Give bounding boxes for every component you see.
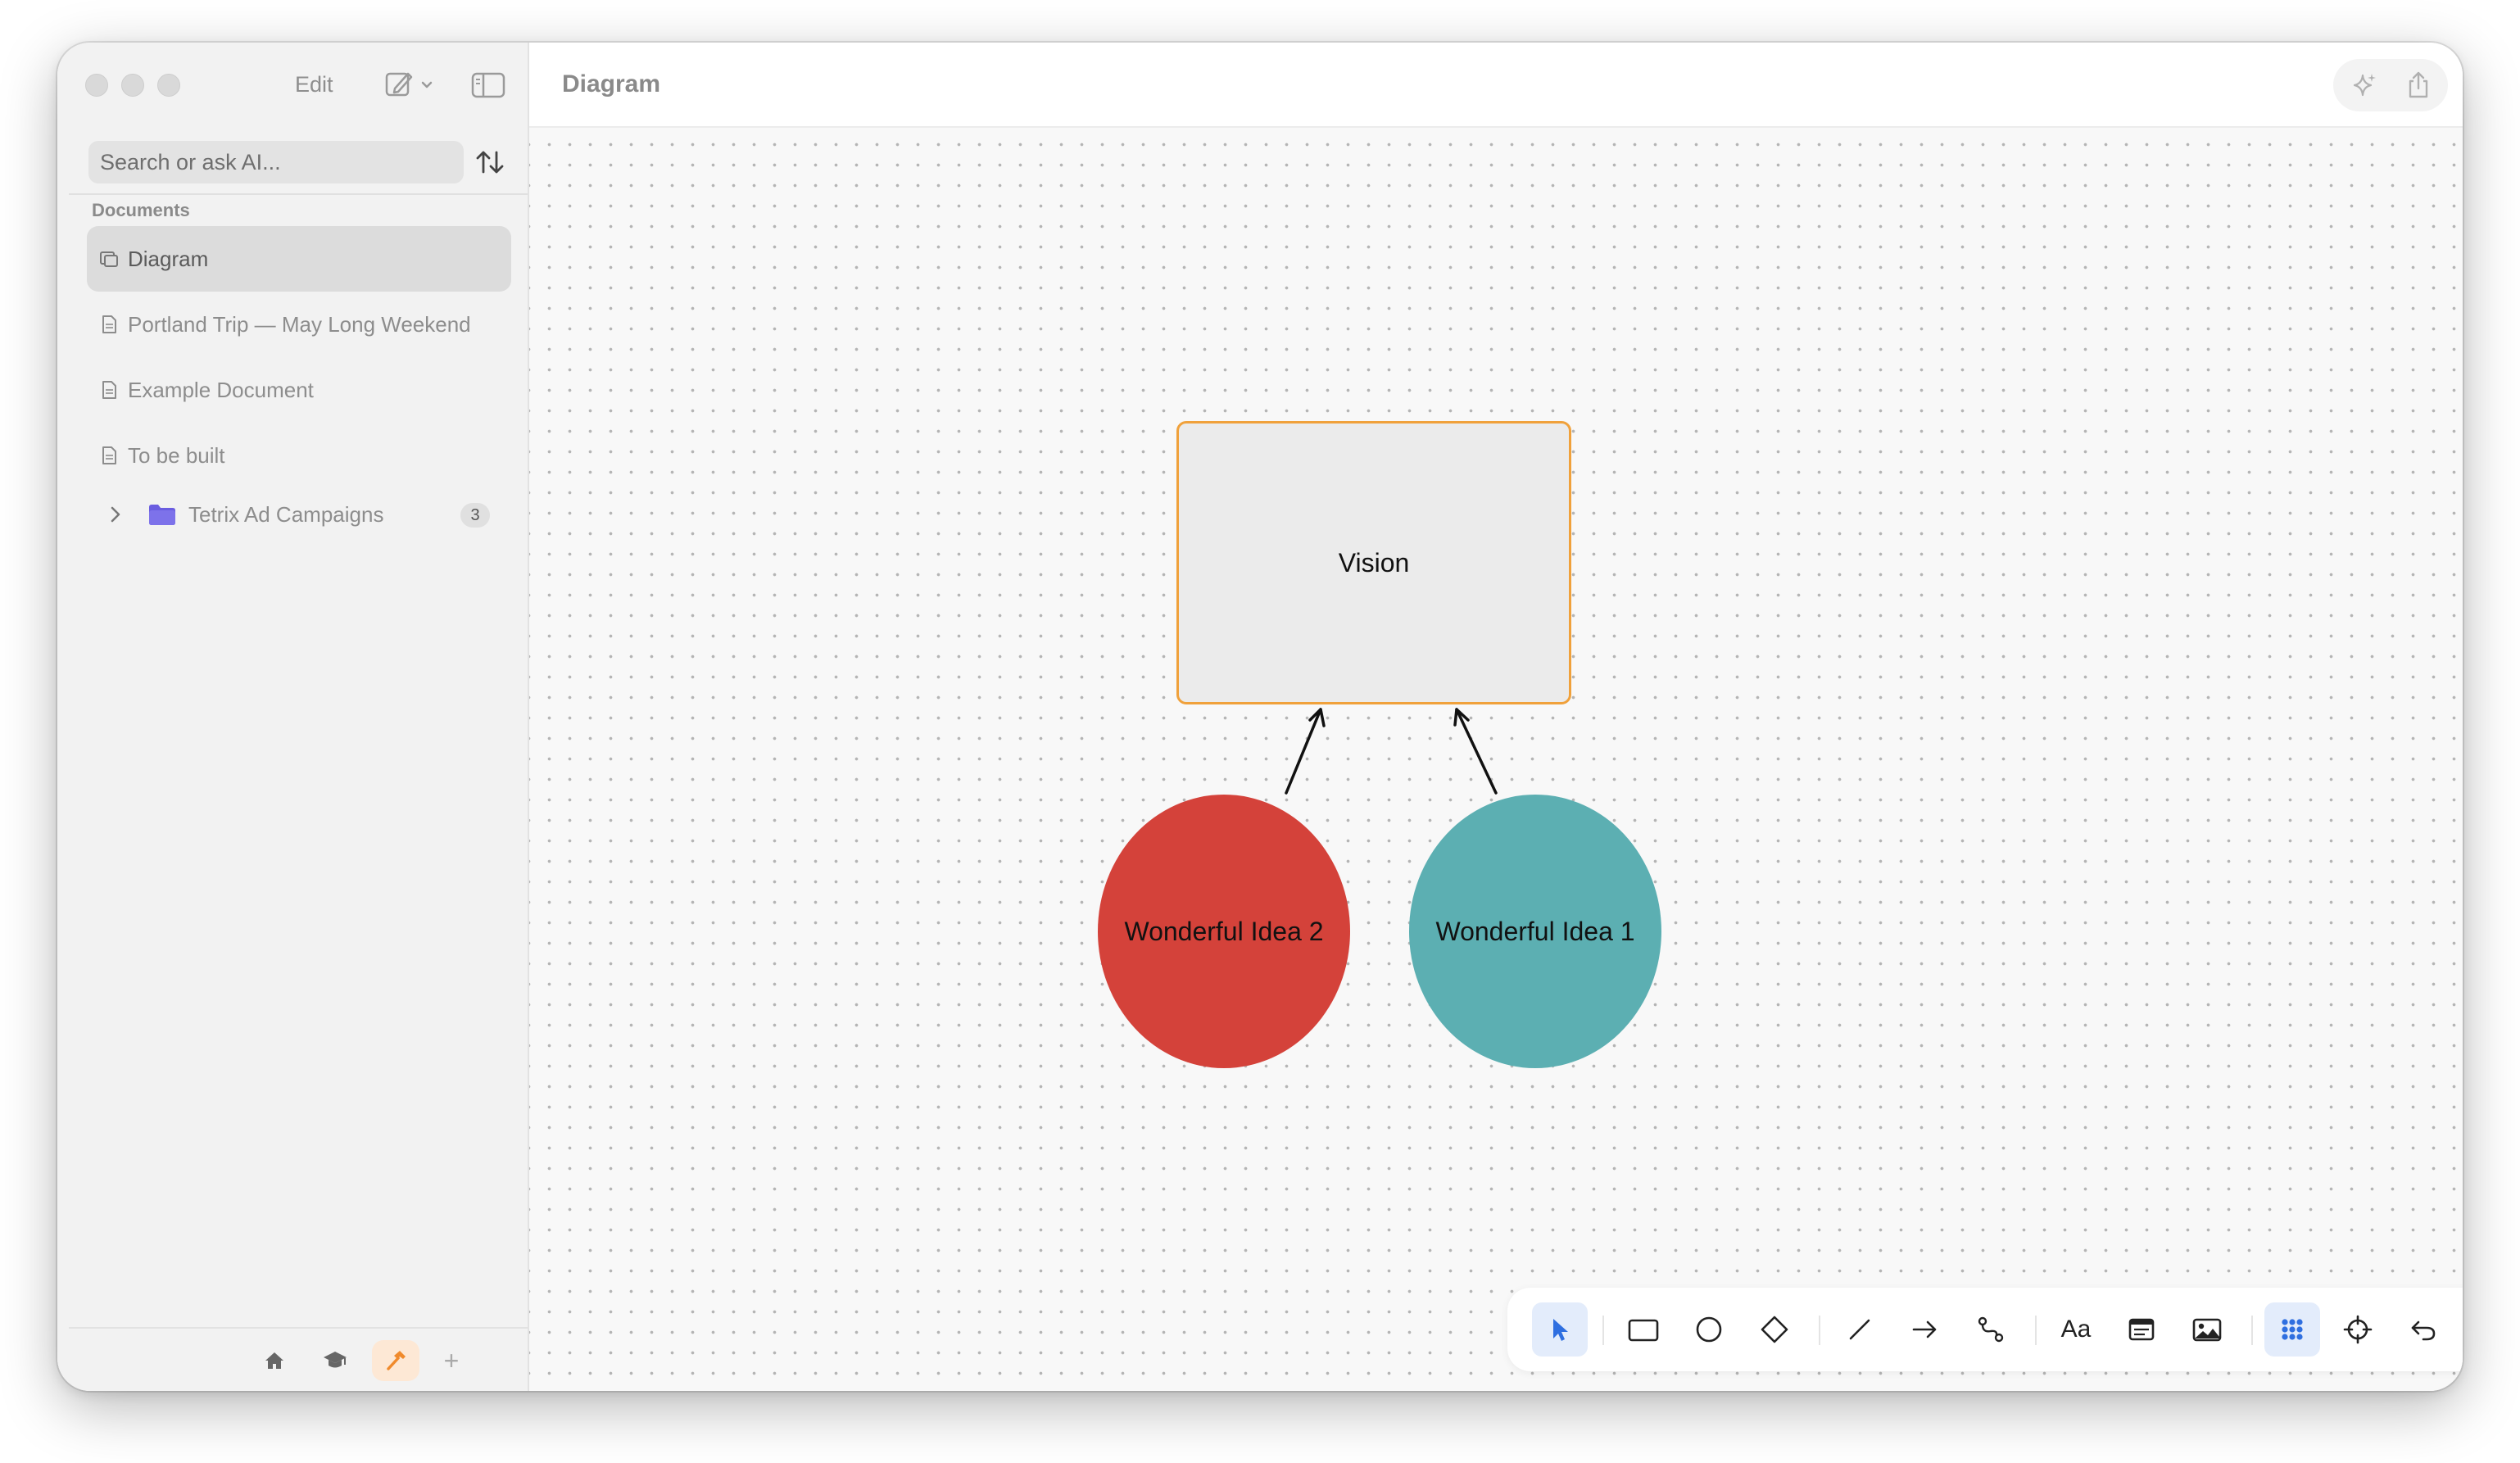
rectangle-icon bbox=[1628, 1319, 1659, 1342]
sidebar-folder-tetrix-ad-campaigns[interactable]: Tetrix Ad Campaigns 3 bbox=[87, 490, 511, 539]
sort-button[interactable] bbox=[472, 144, 508, 180]
documents-section-label: Documents bbox=[92, 200, 190, 220]
diagram-icon bbox=[98, 248, 120, 270]
arrow-right-icon bbox=[1912, 1320, 1937, 1338]
redo-button[interactable] bbox=[2458, 1302, 2463, 1357]
connector-layer bbox=[1285, 708, 1498, 795]
toolbar-separator bbox=[1819, 1316, 1820, 1345]
zoom-window-button[interactable] bbox=[157, 74, 180, 97]
header-bar: Diagram bbox=[529, 43, 2463, 128]
app-window: Edit Documents bbox=[57, 43, 2463, 1391]
sidebar-bottom-divider bbox=[69, 1327, 528, 1329]
sidebar-item-label: To be built bbox=[128, 442, 225, 468]
share-button[interactable] bbox=[2402, 69, 2435, 102]
sidebar-icon bbox=[471, 72, 505, 98]
page-title: Diagram bbox=[562, 70, 661, 97]
ai-button[interactable] bbox=[2348, 69, 2381, 102]
chevron-right-icon[interactable] bbox=[103, 502, 128, 527]
sidebar-item-label: Portland Trip — May Long Weekend bbox=[128, 311, 471, 337]
image-tool[interactable] bbox=[2179, 1302, 2235, 1357]
header-actions bbox=[2333, 59, 2448, 111]
graduation-cap-icon bbox=[324, 1352, 347, 1368]
text-tool[interactable]: Aa bbox=[2048, 1302, 2104, 1357]
folder-label: Tetrix Ad Campaigns bbox=[188, 501, 384, 527]
sidebar-item-to-be-built[interactable]: To be built bbox=[87, 423, 511, 488]
wonderful-idea-1-node[interactable]: Wonderful Idea 1 bbox=[1409, 795, 1661, 1068]
grid-toggle[interactable] bbox=[2264, 1302, 2320, 1357]
toolbar-separator bbox=[2035, 1316, 2037, 1345]
node-label: Vision bbox=[1338, 547, 1410, 578]
folder-count-badge: 3 bbox=[460, 503, 490, 528]
sidebar-item-diagram[interactable]: Diagram bbox=[87, 226, 511, 292]
arrow-tool[interactable] bbox=[1897, 1302, 1953, 1357]
connector-tool[interactable] bbox=[1963, 1302, 2019, 1357]
wonderful-idea-2-node[interactable]: Wonderful Idea 2 bbox=[1098, 795, 1350, 1068]
select-tool[interactable] bbox=[1532, 1302, 1588, 1357]
undo-button[interactable] bbox=[2395, 1302, 2451, 1357]
line-icon bbox=[1849, 1319, 1870, 1340]
edge-idea2-to-vision bbox=[1285, 708, 1326, 795]
line-tool[interactable] bbox=[1832, 1302, 1888, 1357]
vision-node[interactable]: Vision bbox=[1176, 421, 1571, 704]
new-document-button[interactable] bbox=[383, 69, 439, 102]
edge-idea1-to-vision bbox=[1453, 708, 1498, 795]
ellipse-tool[interactable] bbox=[1681, 1302, 1737, 1357]
home-icon bbox=[265, 1352, 283, 1369]
toolbar-separator bbox=[1602, 1316, 1604, 1345]
build-tab[interactable] bbox=[372, 1340, 419, 1381]
node-label: Wonderful Idea 2 bbox=[1124, 916, 1324, 946]
text-icon: Aa bbox=[2060, 1316, 2092, 1343]
sidebar-divider bbox=[69, 193, 528, 195]
document-icon bbox=[98, 379, 120, 401]
drawing-toolbar: Aa bbox=[1507, 1288, 2463, 1371]
undo-icon bbox=[2411, 1320, 2436, 1341]
sort-arrows-icon bbox=[476, 151, 504, 174]
folder-icon bbox=[147, 502, 177, 527]
crosshair-icon bbox=[2343, 1315, 2373, 1344]
sidebar-item-portland-trip[interactable]: Portland Trip — May Long Weekend bbox=[87, 292, 511, 357]
compose-icon bbox=[385, 72, 433, 97]
sidebar-item-label: Diagram bbox=[128, 246, 209, 271]
document-icon bbox=[98, 314, 120, 335]
main-area: Diagram Vision Wonderful Idea 2 Wonderfu… bbox=[529, 43, 2463, 1391]
note-icon bbox=[2128, 1318, 2155, 1341]
image-icon bbox=[2192, 1318, 2222, 1342]
sidebar-item-label: Example Document bbox=[128, 377, 314, 402]
plus-icon: + bbox=[443, 1345, 460, 1375]
add-tab-button[interactable]: + bbox=[428, 1340, 475, 1381]
hammer-icon bbox=[387, 1351, 406, 1370]
learn-tab[interactable] bbox=[311, 1340, 359, 1381]
connector-icon bbox=[1978, 1316, 2004, 1343]
sidebar: Edit Documents bbox=[57, 43, 529, 1391]
sidebar-item-example-document[interactable]: Example Document bbox=[87, 357, 511, 423]
diamond-tool[interactable] bbox=[1747, 1302, 1802, 1357]
edit-menu-button[interactable]: Edit bbox=[295, 72, 333, 97]
home-tab[interactable] bbox=[251, 1340, 298, 1381]
note-tool[interactable] bbox=[2114, 1302, 2169, 1357]
sidebar-toggle-button[interactable] bbox=[470, 70, 506, 100]
focus-tool[interactable] bbox=[2330, 1302, 2386, 1357]
cursor-icon bbox=[1553, 1319, 1568, 1341]
close-window-button[interactable] bbox=[85, 74, 108, 97]
diamond-icon bbox=[1761, 1316, 1788, 1343]
search-input[interactable] bbox=[88, 141, 464, 183]
grid-icon bbox=[2282, 1319, 2303, 1340]
node-label: Wonderful Idea 1 bbox=[1435, 916, 1635, 946]
sparkle-icon bbox=[2353, 74, 2376, 97]
document-icon bbox=[98, 445, 120, 466]
minimize-window-button[interactable] bbox=[121, 74, 144, 97]
share-icon bbox=[2409, 71, 2428, 98]
rectangle-tool[interactable] bbox=[1616, 1302, 1671, 1357]
circle-icon bbox=[1696, 1316, 1722, 1343]
diagram-canvas[interactable]: Vision Wonderful Idea 2 Wonderful Idea 1 bbox=[529, 128, 2463, 1391]
toolbar-separator bbox=[2251, 1316, 2253, 1345]
